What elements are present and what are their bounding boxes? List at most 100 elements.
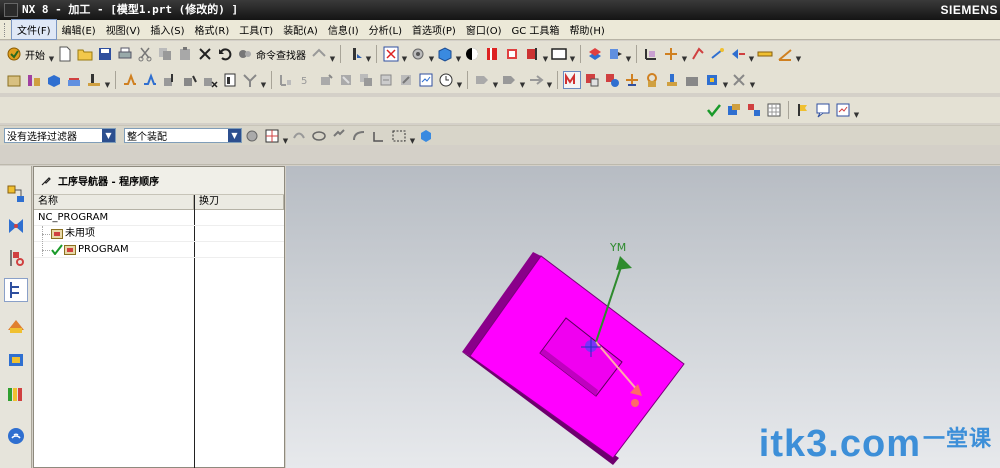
measure-dropdown-icon[interactable]: ▼ xyxy=(748,45,755,63)
web-browser-icon[interactable] xyxy=(4,424,28,448)
assembly-navigator-icon[interactable] xyxy=(4,182,28,206)
section-dropdown-icon[interactable]: ▼ xyxy=(542,45,549,63)
wcs-dropdown-icon[interactable]: ▼ xyxy=(681,45,688,63)
replay-path-icon[interactable] xyxy=(141,71,159,89)
op-mfg-icon[interactable] xyxy=(745,101,763,119)
tree-row-unused[interactable]: 未用项 xyxy=(34,226,284,258)
type-filter-select[interactable]: 没有选择过滤器 ▼ xyxy=(4,128,116,143)
menu-window[interactable]: 窗口(O) xyxy=(461,20,507,39)
menu-insert[interactable]: 插入(S) xyxy=(145,20,189,39)
rect-select-dropdown-icon[interactable]: ▼ xyxy=(409,127,416,145)
paste-icon[interactable] xyxy=(176,45,194,63)
post-dropdown-icon[interactable]: ▼ xyxy=(260,71,267,89)
shop-doc-icon[interactable] xyxy=(417,71,435,89)
object-paste-icon[interactable] xyxy=(377,71,395,89)
op-report-icon[interactable] xyxy=(834,101,852,119)
frame-dropdown-icon[interactable]: ▼ xyxy=(569,45,576,63)
object-copy-icon[interactable] xyxy=(357,71,375,89)
op-grid-icon[interactable] xyxy=(765,101,783,119)
object-cut-icon[interactable] xyxy=(337,71,355,89)
simulate-icon[interactable] xyxy=(181,71,199,89)
angle-icon[interactable] xyxy=(776,45,794,63)
display-stock-icon[interactable] xyxy=(683,71,701,89)
display-mcs-icon[interactable] xyxy=(623,71,641,89)
menu-format[interactable]: 格式(R) xyxy=(190,20,235,39)
start-label[interactable]: 开始 xyxy=(25,47,45,62)
select-face-icon[interactable] xyxy=(310,127,328,145)
feature-a-dropdown-icon[interactable]: ▼ xyxy=(492,71,499,89)
machine-tool-navigator-icon[interactable] xyxy=(4,314,28,338)
display-dropdown-icon[interactable]: ▼ xyxy=(722,71,729,89)
clock-icon[interactable] xyxy=(437,71,455,89)
snap-dropdown-icon[interactable]: ▼ xyxy=(282,127,289,145)
verify-path-icon[interactable] xyxy=(161,71,179,89)
print-icon[interactable] xyxy=(116,45,134,63)
snap-point-icon[interactable] xyxy=(263,127,281,145)
cut-icon[interactable] xyxy=(136,45,154,63)
select-curve-icon[interactable] xyxy=(350,127,368,145)
program-group-icon[interactable] xyxy=(5,71,23,89)
op-marker-icon[interactable] xyxy=(794,101,812,119)
pin-icon[interactable] xyxy=(40,175,52,187)
start-dropdown-icon[interactable]: ▼ xyxy=(48,45,55,63)
display-tool-icon[interactable] xyxy=(583,71,601,89)
display-cutter-icon[interactable] xyxy=(663,71,681,89)
repeat-command-icon[interactable] xyxy=(310,45,328,63)
angle-dropdown-icon[interactable]: ▼ xyxy=(795,45,802,63)
select-feature-icon[interactable] xyxy=(330,127,348,145)
rect-select-icon[interactable] xyxy=(390,127,408,145)
menu-assembly[interactable]: 装配(A) xyxy=(278,20,323,39)
menu-preferences[interactable]: 首选项(P) xyxy=(407,20,461,39)
menu-grip[interactable] xyxy=(4,22,7,37)
display-ipw-icon[interactable] xyxy=(703,71,721,89)
command-finder-label[interactable]: 命令查找器 xyxy=(256,47,306,62)
window-frame-icon[interactable] xyxy=(550,45,568,63)
close-x-icon[interactable] xyxy=(730,71,748,89)
layer-settings-icon[interactable] xyxy=(586,45,604,63)
close-dropdown-icon[interactable]: ▼ xyxy=(749,71,756,89)
object-delete-icon[interactable] xyxy=(397,71,415,89)
wcs-orient-icon[interactable] xyxy=(662,45,680,63)
open-folder-icon[interactable] xyxy=(76,45,94,63)
postprocess-icon[interactable] xyxy=(241,71,259,89)
select-body-icon[interactable] xyxy=(370,127,388,145)
new-file-icon[interactable] xyxy=(56,45,74,63)
operation-navigator-icon[interactable] xyxy=(4,278,28,302)
feature-c-icon[interactable] xyxy=(527,71,545,89)
menu-gc-toolkit[interactable]: GC 工具箱 xyxy=(507,20,565,39)
save-icon[interactable] xyxy=(96,45,114,63)
select-edge-icon[interactable] xyxy=(290,127,308,145)
display-toolpath-icon[interactable] xyxy=(563,71,581,89)
layer-dropdown-icon[interactable]: ▼ xyxy=(625,45,632,63)
op-display-icon[interactable] xyxy=(725,101,743,119)
section-view-icon[interactable] xyxy=(483,45,501,63)
menu-information[interactable]: 信息(I) xyxy=(323,20,364,39)
shaded-dropdown-icon[interactable]: ▼ xyxy=(455,45,462,63)
move-to-layer-icon[interactable] xyxy=(606,45,624,63)
feature-c-dropdown-icon[interactable]: ▼ xyxy=(546,71,553,89)
edit-section-icon[interactable] xyxy=(523,45,541,63)
scope-select[interactable]: 整个装配 ▼ xyxy=(124,128,242,143)
fit-dropdown-icon[interactable]: ▼ xyxy=(401,45,408,63)
constraint-navigator-icon[interactable] xyxy=(4,214,28,238)
menu-view[interactable]: 视图(V) xyxy=(101,20,146,39)
start-icon[interactable] xyxy=(5,45,23,63)
object-text-icon[interactable]: 5 xyxy=(297,71,315,89)
geometry-group-icon[interactable] xyxy=(45,71,63,89)
fit-view-icon[interactable] xyxy=(382,45,400,63)
background-icon[interactable] xyxy=(463,45,481,63)
tool-group-icon[interactable] xyxy=(25,71,43,89)
column-header-tool-change[interactable]: 换刀 xyxy=(195,195,284,210)
filter-settings-icon[interactable] xyxy=(243,127,261,145)
orient-view-icon[interactable] xyxy=(409,45,427,63)
generate-path-icon[interactable] xyxy=(121,71,139,89)
clip-view-icon[interactable] xyxy=(503,45,521,63)
list-path-icon[interactable] xyxy=(221,71,239,89)
clock-dropdown-icon[interactable]: ▼ xyxy=(456,71,463,89)
history-icon[interactable] xyxy=(4,348,28,372)
feature-b-dropdown-icon[interactable]: ▼ xyxy=(519,71,526,89)
info-icon[interactable] xyxy=(346,45,364,63)
datum-icon[interactable] xyxy=(709,45,727,63)
menu-edit[interactable]: 编辑(E) xyxy=(57,20,101,39)
undo-icon[interactable] xyxy=(216,45,234,63)
